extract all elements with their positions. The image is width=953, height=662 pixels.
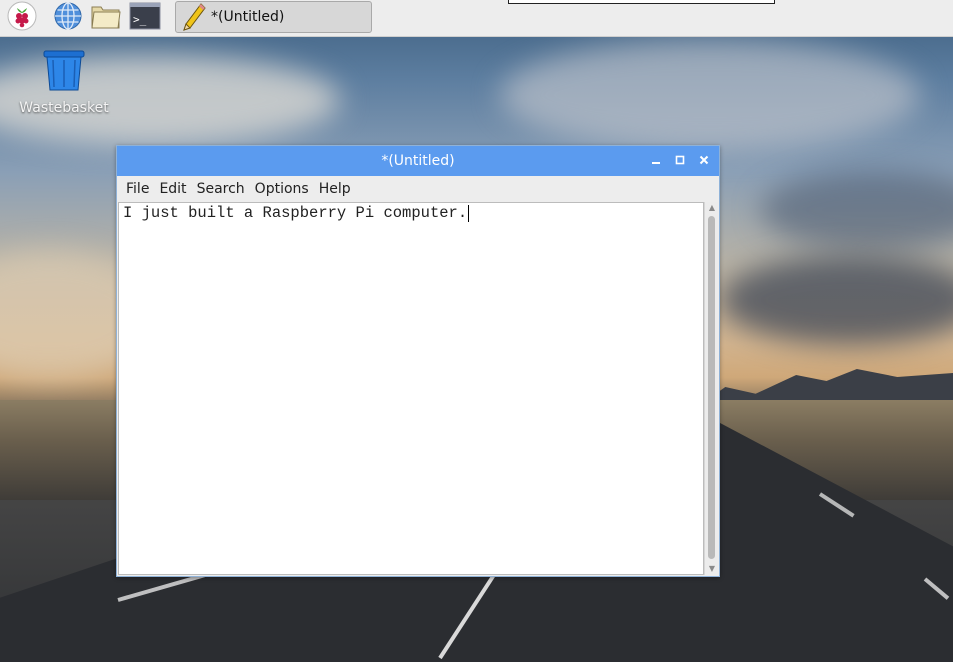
wastebasket-icon	[41, 48, 87, 96]
close-icon	[699, 154, 709, 168]
menu-bar: File Edit Search Options Help	[117, 176, 719, 202]
raspberry-menu-icon	[7, 1, 37, 35]
scroll-up-arrow-icon[interactable]: ▲	[706, 202, 718, 214]
vertical-scrollbar[interactable]: ▲ ▼	[704, 202, 718, 575]
menu-help[interactable]: Help	[314, 176, 356, 202]
menu-options[interactable]: Options	[250, 176, 314, 202]
taskbar-window-button[interactable]: *(Untitled)	[175, 1, 372, 33]
text-line: I just built a Raspberry Pi computer.	[123, 204, 470, 222]
mountains	[700, 369, 953, 405]
web-browser-icon	[53, 1, 83, 35]
minimize-icon	[651, 154, 661, 168]
scroll-down-arrow-icon[interactable]: ▼	[706, 563, 718, 575]
text-editor-icon	[181, 2, 207, 32]
terminal-button[interactable]: >_	[129, 2, 161, 34]
desktop-icon-label: Wastebasket	[19, 100, 109, 116]
window-title: *(Untitled)	[381, 153, 455, 169]
raspberry-menu-button[interactable]	[6, 1, 38, 35]
file-manager-icon	[90, 1, 122, 35]
menu-search[interactable]: Search	[192, 176, 250, 202]
menu-edit[interactable]: Edit	[154, 176, 191, 202]
close-button[interactable]	[695, 152, 713, 170]
taskbar-window-label: *(Untitled)	[211, 9, 285, 25]
cloud	[500, 40, 920, 150]
maximize-icon	[675, 154, 685, 168]
cloud	[720, 255, 953, 345]
text-area[interactable]: I just built a Raspberry Pi computer.	[118, 202, 704, 575]
window-titlebar[interactable]: *(Untitled)	[117, 146, 719, 176]
file-manager-button[interactable]	[90, 2, 122, 34]
document-text: I just built a Raspberry Pi computer.	[123, 204, 468, 222]
scroll-thumb[interactable]	[708, 216, 715, 559]
minimize-button[interactable]	[647, 152, 665, 170]
terminal-icon: >_	[129, 2, 161, 34]
menu-file[interactable]: File	[121, 176, 154, 202]
taskbar: >_ *(Untitled)	[0, 0, 953, 37]
cloud	[760, 170, 953, 250]
text-editor-window: *(Untitled) File Edit Search Options Hel…	[116, 145, 720, 577]
svg-text:>_: >_	[133, 13, 147, 26]
web-browser-button[interactable]	[52, 2, 84, 34]
taskbar-tray-area	[508, 0, 775, 4]
text-cursor	[468, 205, 470, 222]
desktop-icon-wastebasket[interactable]: Wastebasket	[14, 48, 114, 120]
maximize-button[interactable]	[671, 152, 689, 170]
